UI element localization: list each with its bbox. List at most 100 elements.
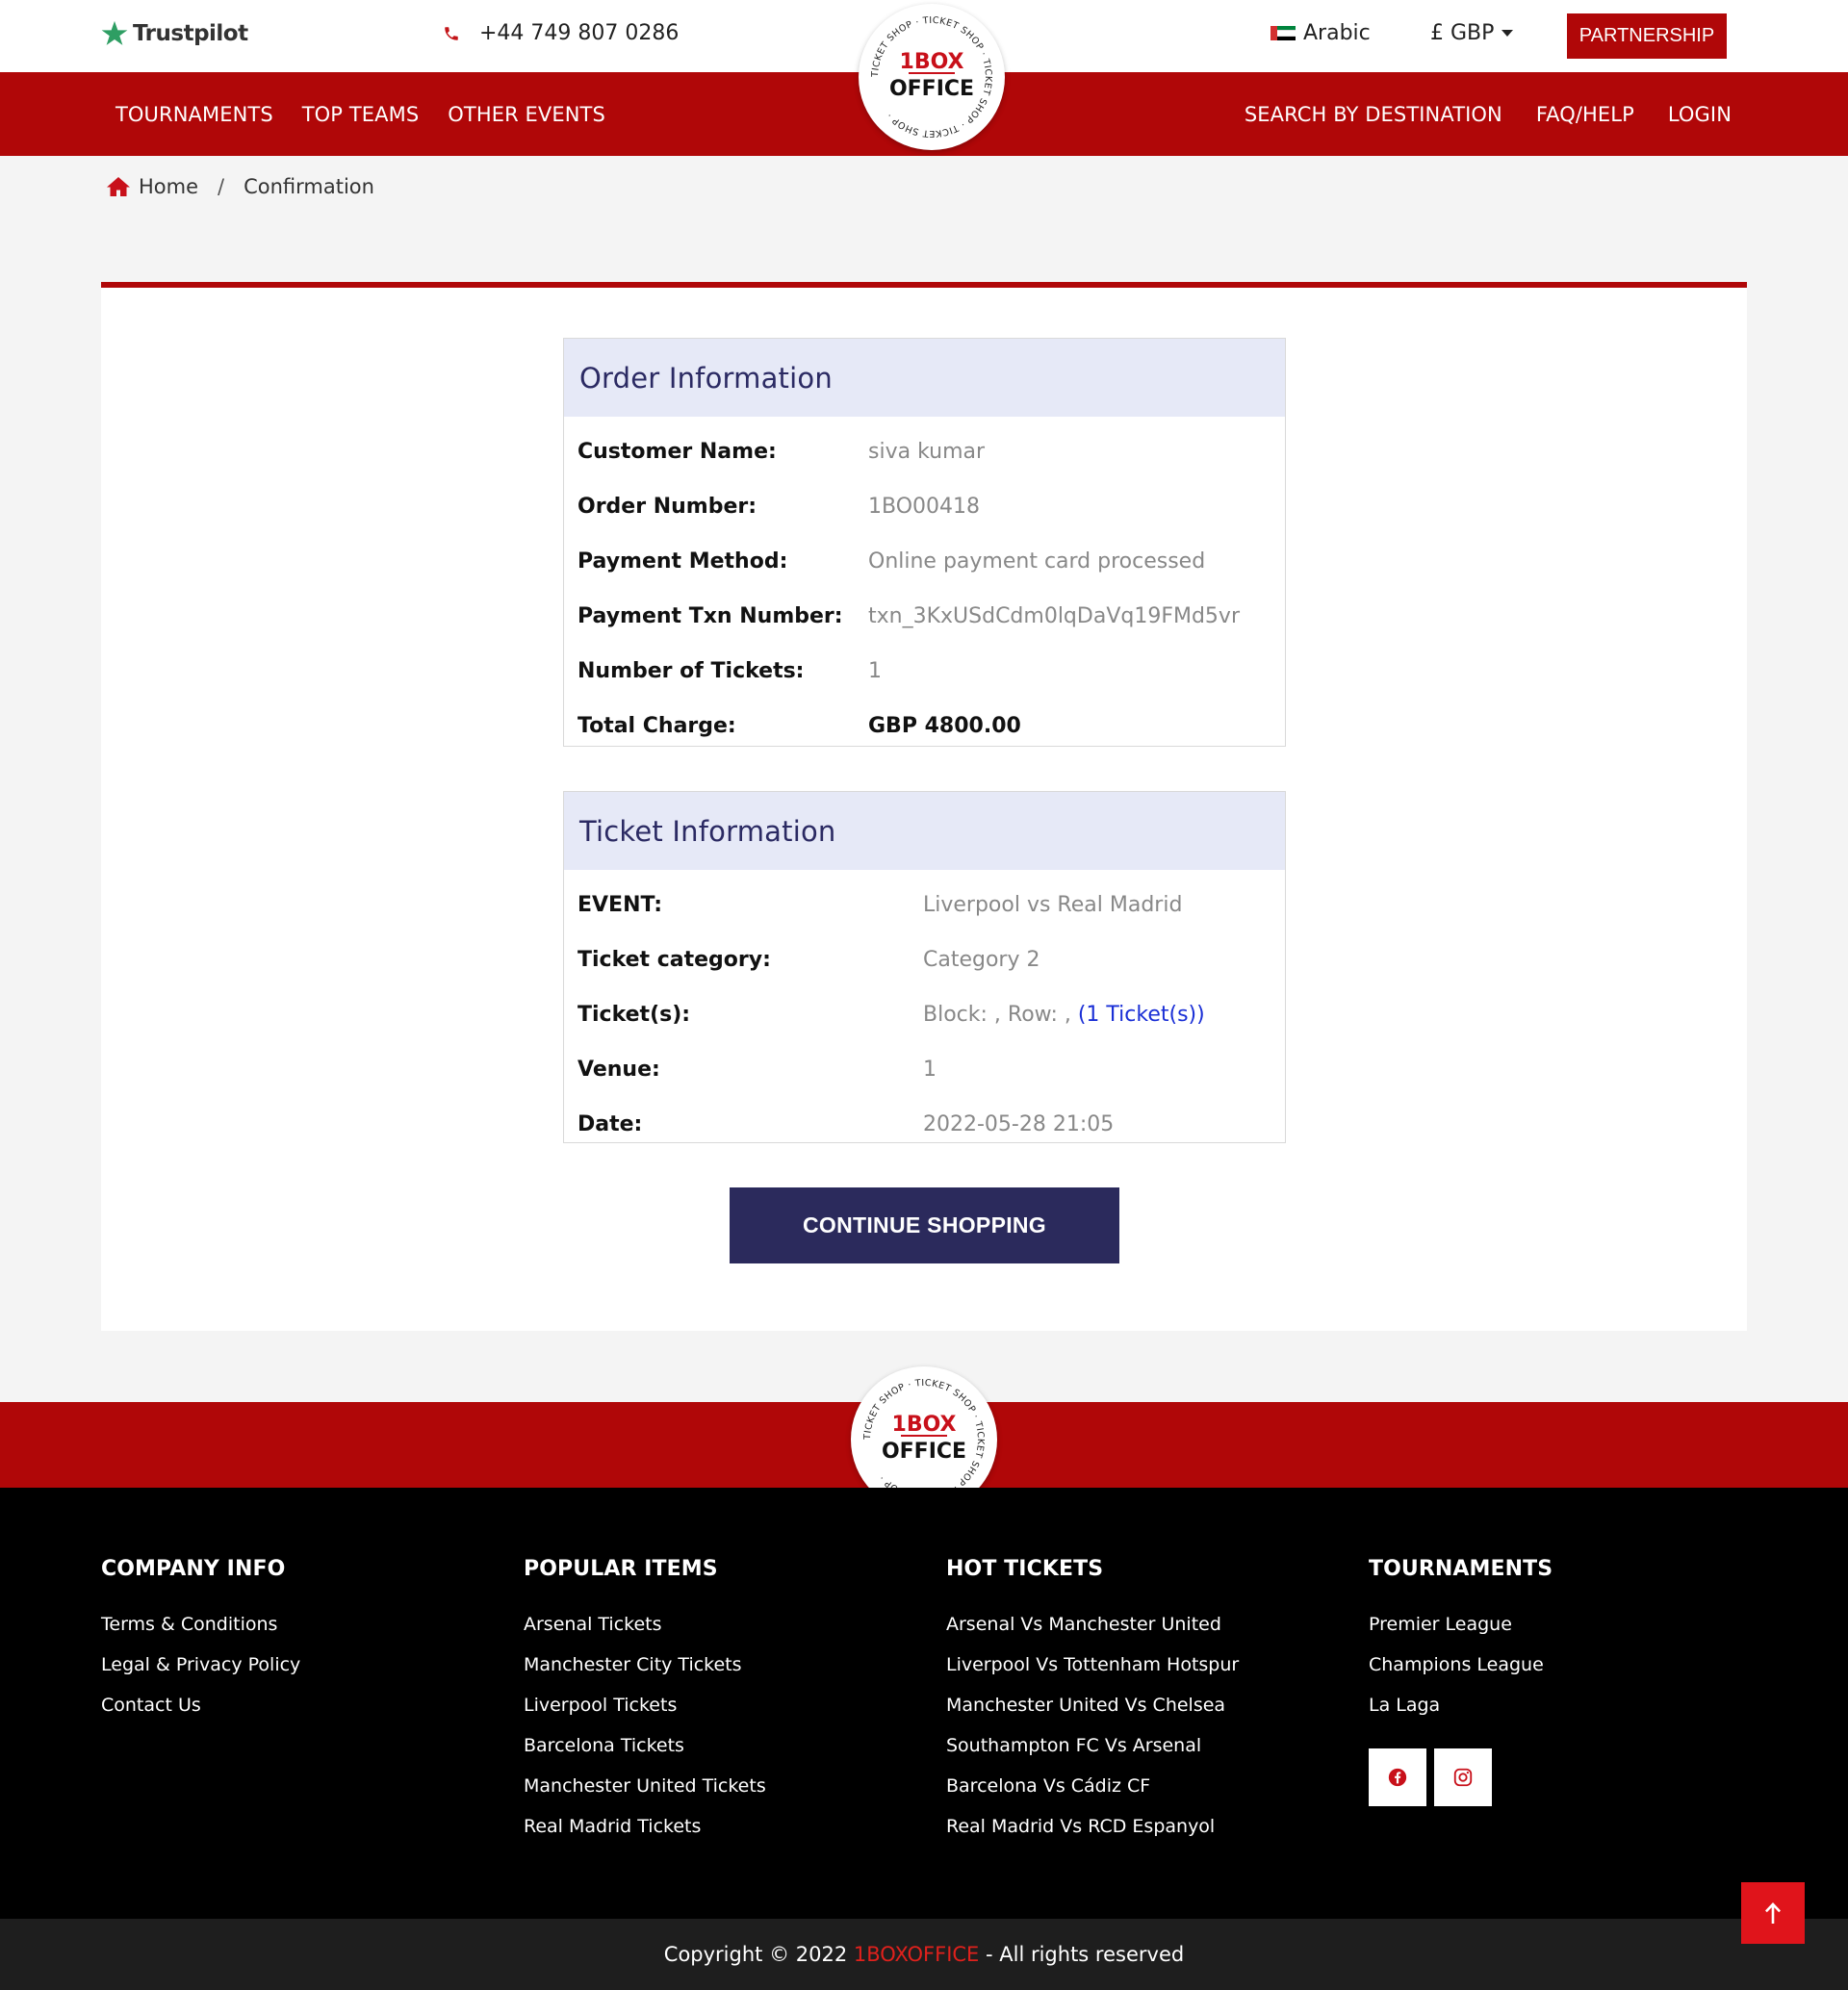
trustpilot-star-icon [101,20,128,45]
row-label: Number of Tickets: [578,659,805,683]
row-label: EVENT: [578,893,663,917]
row-value: 2022-05-28 21:05 [923,1112,1115,1136]
currency-selector[interactable]: £ GBP [1430,21,1514,45]
ticket-information-box: Ticket Information EVENT: Liverpool vs R… [563,791,1286,1143]
nav-other-events[interactable]: OTHER EVENTS [448,103,605,126]
ticket-row-event: EVENT: Liverpool vs Real Madrid [564,878,1285,932]
row-value: Liverpool vs Real Madrid [923,893,1183,917]
site-logo[interactable]: TICKET SHOP · TICKET SHOP · TICKET SHOP … [859,4,1005,150]
footer-link[interactable]: Premier League [1369,1614,1512,1635]
order-row-order-number: Order Number: 1BO00418 [564,479,1285,534]
footer-link[interactable]: Southampton FC Vs Arsenal [946,1735,1201,1756]
footer-link[interactable]: Liverpool Tickets [524,1695,677,1716]
ticket-row-date: Date: 2022-05-28 21:05 [564,1097,1285,1152]
partnership-button[interactable]: PARTNERSHIP [1567,13,1727,59]
footer-company-info: COMPANY INFO Terms & Conditions Legal & … [101,1557,300,1725]
footer-heading: HOT TICKETS [946,1557,1104,1581]
order-row-customer-name: Customer Name: siva kumar [564,424,1285,479]
row-label: Date: [578,1112,643,1136]
footer-link[interactable]: Arsenal Tickets [524,1614,662,1635]
row-value: 1BO00418 [868,495,981,519]
row-label: Order Number: [578,495,757,519]
logo-line2: OFFICE [889,77,974,101]
nav-search-by-destination[interactable]: SEARCH BY DESTINATION [1245,103,1502,126]
order-information-title: Order Information [564,339,1285,417]
nav-top-teams[interactable]: TOP TEAMS [302,103,420,126]
footer-link[interactable]: Real Madrid Tickets [524,1816,701,1837]
trustpilot-label: Trustpilot [133,21,248,46]
home-icon[interactable] [106,175,131,198]
footer-link[interactable]: Arsenal Vs Manchester United [946,1614,1221,1635]
copyright-suffix: - All rights reserved [979,1943,1185,1966]
ticket-block-row: Block: , Row: , [923,1003,1071,1027]
footer-link-privacy[interactable]: Legal & Privacy Policy [101,1654,300,1675]
footer-link-terms[interactable]: Terms & Conditions [101,1614,277,1635]
row-label: Ticket category: [578,948,771,972]
footer-link[interactable]: La Laga [1369,1695,1440,1716]
ticket-row-tickets: Ticket(s): Block: , Row: , (1 Ticket(s)) [564,987,1285,1042]
footer-link[interactable]: Barcelona Vs Cádiz CF [946,1775,1150,1797]
order-row-total-charge: Total Charge: GBP 4800.00 [564,699,1285,753]
nav-faq-help[interactable]: FAQ/HELP [1536,103,1634,126]
social-links [1369,1748,1553,1806]
ticket-count-link[interactable]: (1 Ticket(s)) [1078,1003,1205,1027]
confirmation-card: Order Information Customer Name: siva ku… [101,282,1747,1331]
footer-hot-tickets: HOT TICKETS Arsenal Vs Manchester United… [946,1557,1239,1847]
footer-link[interactable]: Liverpool Vs Tottenham Hotspur [946,1654,1239,1675]
row-label: Total Charge: [578,714,736,738]
footer-heading: COMPANY INFO [101,1557,286,1581]
trustpilot-logo[interactable]: Trustpilot [100,19,248,48]
row-value: Category 2 [923,948,1040,972]
nav-left-group: TOURNAMENTS TOP TEAMS OTHER EVENTS [116,72,605,156]
instagram-button[interactable] [1434,1748,1492,1806]
footer-link[interactable]: Manchester City Tickets [524,1654,742,1675]
logo-line1: 1BOX [900,50,964,74]
caret-down-icon [1502,30,1514,37]
phone-number: +44 749 807 0286 [479,21,680,45]
logo-line2: OFFICE [882,1440,966,1464]
footer-link[interactable]: Real Madrid Vs RCD Espanyol [946,1816,1215,1837]
footer-link-contact[interactable]: Contact Us [101,1695,201,1716]
breadcrumb-home[interactable]: Home [139,175,198,198]
footer-tournaments: TOURNAMENTS Premier League Champions Lea… [1369,1557,1553,1806]
copyright-bar: Copyright © 2022 1BOXOFFICE - All rights… [0,1919,1848,1990]
row-label: Payment Txn Number: [578,604,843,628]
logo-line1: 1BOX [892,1413,957,1437]
ticket-row-venue: Venue: 1 [564,1042,1285,1097]
breadcrumb: Home / Confirmation [106,175,374,198]
row-label: Venue: [578,1058,660,1082]
currency-label: £ GBP [1430,21,1495,45]
nav-tournaments[interactable]: TOURNAMENTS [116,103,273,126]
scroll-to-top-button[interactable] [1741,1882,1805,1944]
order-row-txn-number: Payment Txn Number: txn_3KxUSdCdm0lqDaVq… [564,589,1285,644]
row-label: Customer Name: [578,440,777,464]
footer-link[interactable]: Manchester United Tickets [524,1775,766,1797]
footer-link[interactable]: Barcelona Tickets [524,1735,684,1756]
ticket-row-category: Ticket category: Category 2 [564,932,1285,987]
continue-shopping-button[interactable]: CONTINUE SHOPPING [730,1187,1119,1263]
instagram-icon [1453,1768,1473,1787]
footer-heading: TOURNAMENTS [1369,1557,1553,1581]
logo-badge-icon: TICKET SHOP · TICKET SHOP · TICKET SHOP … [864,10,999,144]
ticket-information-title: Ticket Information [564,792,1285,870]
footer-links: COMPANY INFO Terms & Conditions Legal & … [0,1488,1848,1919]
copyright-brand: 1BOXOFFICE [853,1943,980,1966]
row-value: 1 [923,1058,937,1082]
footer-link[interactable]: Manchester United Vs Chelsea [946,1695,1225,1716]
nav-right-group: SEARCH BY DESTINATION FAQ/HELP LOGIN [1245,72,1732,156]
phone-icon [445,26,458,40]
order-information-box: Order Information Customer Name: siva ku… [563,338,1286,747]
order-row-payment-method: Payment Method: Online payment card proc… [564,534,1285,589]
footer-link[interactable]: Champions League [1369,1654,1544,1675]
row-value: 1 [868,659,882,683]
phone-contact[interactable]: +44 749 807 0286 [443,21,679,45]
facebook-button[interactable] [1369,1748,1426,1806]
footer-popular-items: POPULAR ITEMS Arsenal Tickets Manchester… [524,1557,766,1847]
row-value: txn_3KxUSdCdm0lqDaVq19FMd5vr [868,604,1240,628]
nav-login[interactable]: LOGIN [1668,103,1732,126]
row-value: Online payment card processed [868,549,1206,574]
language-selector[interactable]: Arabic [1270,21,1371,45]
arrow-up-icon [1765,1902,1781,1924]
row-label: Ticket(s): [578,1003,691,1027]
footer-heading: POPULAR ITEMS [524,1557,718,1581]
